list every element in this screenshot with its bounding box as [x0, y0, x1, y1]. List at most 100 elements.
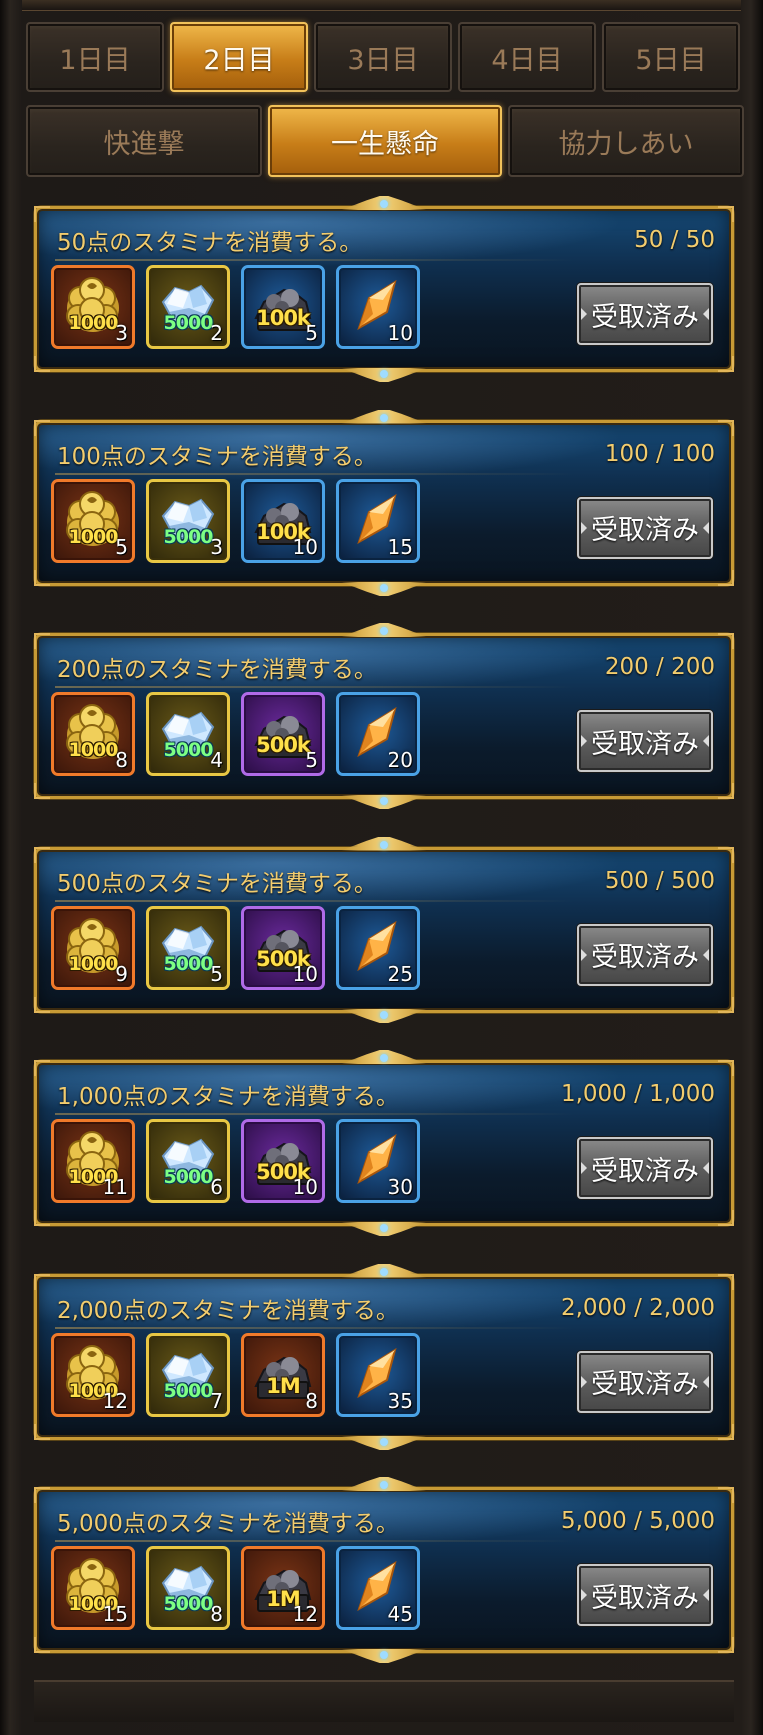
reward-item-coin[interactable]: 1000 15 — [51, 1546, 135, 1630]
reward-item-crystal[interactable]: 25 — [336, 905, 420, 990]
reward-item-crystal[interactable]: 10 — [336, 265, 420, 349]
gem-icon — [380, 840, 388, 849]
claimed-button[interactable]: 受取済み — [577, 710, 713, 772]
tab-day-2[interactable]: 2日目 — [170, 22, 308, 92]
reward-item-ore[interactable]: 1M 12 — [241, 1546, 325, 1630]
tab-day-5[interactable]: 5日目 — [602, 22, 740, 92]
claimed-button[interactable]: 受取済み — [577, 1564, 713, 1626]
reward-item-diamond[interactable]: 5000 3 — [146, 478, 230, 563]
reward-count: 30 — [387, 1175, 413, 1199]
tab-day-3[interactable]: 3日目 — [314, 22, 452, 92]
panel-bottom-bar — [34, 1680, 734, 1722]
reward-item-coin[interactable]: 1000 9 — [51, 905, 135, 990]
corner-ornament — [718, 1487, 734, 1503]
reward-count: 11 — [102, 1175, 128, 1199]
quest-card: 5,000点のスタミナを消費する。 5,000 / 5,000 1000 15 5000… — [34, 1477, 734, 1653]
reward-list: 1000 5 5000 3 100k 10 15 — [51, 478, 420, 563]
reward-count: 8 — [210, 1602, 223, 1626]
reward-item-ore[interactable]: 500k 10 — [241, 1119, 325, 1203]
quest-card: 200点のスタミナを消費する。 200 / 200 1000 8 5000 4 500k 5 2… — [34, 623, 734, 799]
tab-day-1[interactable]: 1日目 — [26, 22, 164, 92]
reward-item-ore[interactable]: 100k 5 — [241, 265, 325, 349]
reward-item-ore[interactable]: 100k 10 — [241, 478, 325, 563]
reward-item-coin[interactable]: 1000 11 — [51, 1119, 135, 1203]
quest-progress: 1,000 / 1,000 — [560, 1081, 715, 1107]
reward-item-coin[interactable]: 1000 8 — [51, 692, 135, 776]
reward-item-diamond[interactable]: 5000 7 — [146, 1332, 230, 1417]
corner-ornament — [34, 846, 50, 863]
day-tabs: 1日目 2日目 3日目 4日目 5日目 — [26, 22, 740, 92]
reward-item-diamond[interactable]: 5000 5 — [146, 905, 230, 990]
reward-count: 8 — [305, 1388, 318, 1413]
reward-item-crystal[interactable]: 45 — [336, 1546, 420, 1630]
reward-count: 10 — [292, 534, 318, 559]
reward-count: 5 — [305, 748, 318, 772]
reward-count: 25 — [387, 961, 413, 986]
reward-list: 1000 9 5000 5 500k 10 25 — [51, 905, 420, 990]
reward-count: 8 — [115, 748, 128, 772]
reward-count: 10 — [292, 1175, 318, 1199]
reward-item-ore[interactable]: 500k 10 — [241, 905, 325, 990]
quest-card: 500点のスタミナを消費する。 500 / 500 1000 9 5000 5 500k 10… — [34, 836, 734, 1013]
reward-item-crystal[interactable]: 30 — [336, 1119, 420, 1203]
reward-count: 4 — [210, 748, 223, 772]
claimed-button[interactable]: 受取済み — [577, 1350, 713, 1413]
quest-title: 5,000点のスタミナを消費する。 — [57, 1511, 399, 1537]
gem-icon — [380, 1010, 388, 1019]
reward-list: 1000 3 5000 2 100k 5 10 — [51, 265, 420, 349]
quest-title: 1,000点のスタミナを消費する。 — [57, 1084, 399, 1110]
tab-mode-2[interactable]: 一生懸命 — [268, 105, 502, 177]
title-divider — [55, 259, 575, 261]
reward-item-crystal[interactable]: 20 — [336, 692, 420, 776]
corner-ornament — [718, 356, 734, 372]
quest-card: 50点のスタミナを消費する。 50 / 50 1000 3 5000 2 100k 5 10 受取… — [34, 196, 734, 372]
reward-count: 5 — [115, 534, 128, 559]
reward-item-crystal[interactable]: 35 — [336, 1332, 420, 1417]
corner-ornament — [718, 633, 734, 649]
reward-item-diamond[interactable]: 5000 8 — [146, 1546, 230, 1630]
tab-day-4[interactable]: 4日目 — [458, 22, 596, 92]
reward-item-coin[interactable]: 1000 12 — [51, 1332, 135, 1417]
claimed-button[interactable]: 受取済み — [577, 1137, 713, 1199]
claimed-button[interactable]: 受取済み — [577, 496, 713, 559]
gem-icon — [380, 1267, 388, 1276]
reward-list: 1000 12 5000 7 1M 8 35 — [51, 1332, 420, 1417]
reward-item-coin[interactable]: 1000 5 — [51, 478, 135, 563]
reward-list: 1000 8 5000 4 500k 5 20 — [51, 692, 420, 776]
reward-item-diamond[interactable]: 5000 6 — [146, 1119, 230, 1203]
corner-ornament — [34, 569, 50, 586]
corner-ornament — [718, 419, 734, 436]
reward-count: 9 — [115, 961, 128, 986]
reward-item-crystal[interactable]: 15 — [336, 478, 420, 563]
reward-item-diamond[interactable]: 5000 2 — [146, 265, 230, 349]
gem-icon — [380, 1054, 388, 1062]
quest-progress: 2,000 / 2,000 — [560, 1294, 715, 1321]
reward-item-ore[interactable]: 500k 5 — [241, 692, 325, 776]
gem-icon — [380, 1224, 388, 1232]
claimed-button[interactable]: 受取済み — [577, 283, 713, 345]
gem-icon — [380, 583, 388, 592]
title-divider — [55, 899, 575, 902]
gem-icon — [380, 1481, 388, 1489]
corner-ornament — [34, 1423, 50, 1440]
quest-progress: 500 / 500 — [604, 867, 715, 894]
corner-ornament — [718, 1423, 734, 1440]
reward-item-ore[interactable]: 1M 8 — [241, 1332, 325, 1417]
tab-mode-1[interactable]: 快進撃 — [26, 105, 262, 177]
corner-ornament — [34, 419, 50, 436]
reward-count: 15 — [102, 1602, 128, 1626]
reward-item-diamond[interactable]: 5000 4 — [146, 692, 230, 776]
claimed-button[interactable]: 受取済み — [577, 923, 713, 986]
gem-icon — [380, 797, 388, 805]
corner-ornament — [718, 996, 734, 1013]
quest-progress: 100 / 100 — [604, 440, 715, 467]
title-divider — [55, 1326, 575, 1329]
quest-title: 50点のスタミナを消費する。 — [57, 230, 363, 256]
corner-ornament — [34, 1637, 50, 1653]
quest-title: 100点のスタミナを消費する。 — [57, 443, 377, 470]
corner-ornament — [34, 1060, 50, 1076]
reward-item-coin[interactable]: 1000 3 — [51, 265, 135, 349]
quest-progress: 5,000 / 5,000 — [560, 1508, 715, 1534]
tab-mode-3[interactable]: 協力しあい — [508, 105, 744, 177]
reward-count: 2 — [210, 321, 223, 345]
